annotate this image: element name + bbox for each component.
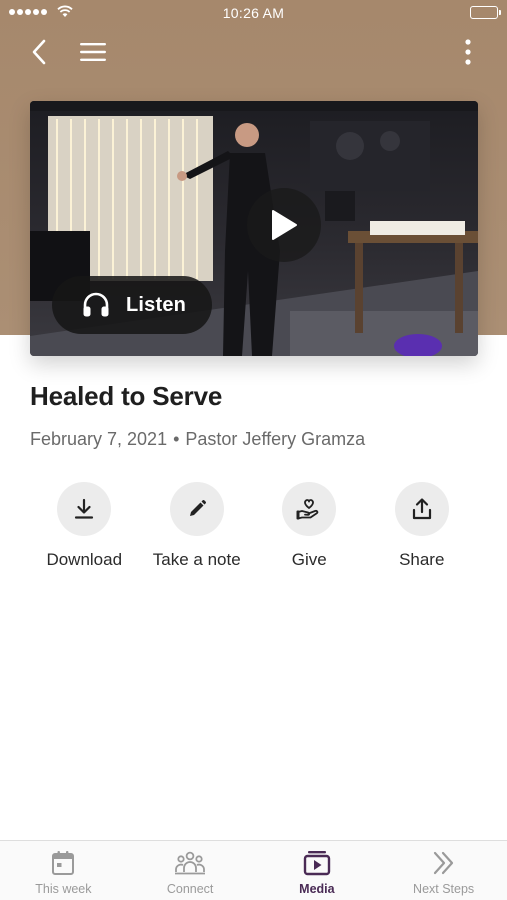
tab-connect[interactable]: Connect — [127, 841, 254, 900]
back-button[interactable] — [24, 36, 54, 68]
chevrons-right-icon — [433, 851, 453, 875]
tab-next-steps-label: Next Steps — [413, 882, 475, 896]
tab-next-steps[interactable]: Next Steps — [380, 841, 507, 900]
sermon-meta: February 7, 2021 • Pastor Jeffery Gramza — [30, 429, 365, 450]
give-label: Give — [291, 550, 327, 569]
calendar-icon — [52, 851, 75, 875]
people-icon — [175, 851, 206, 875]
download-icon — [75, 498, 94, 519]
media-icon — [303, 851, 331, 876]
chevron-left-icon — [32, 39, 46, 65]
tab-media-label: Media — [299, 882, 335, 896]
take-note-button[interactable]: Take a note — [141, 482, 254, 570]
sermon-video-thumbnail[interactable]: Listen — [30, 101, 478, 356]
battery-icon — [470, 6, 501, 19]
give-circle — [282, 482, 337, 536]
download-circle — [57, 482, 112, 536]
headphones-icon — [83, 292, 109, 317]
share-label: Share — [399, 550, 445, 569]
tab-this-week-label: This week — [35, 882, 92, 896]
give-button[interactable]: Give — [253, 482, 366, 570]
tab-media[interactable]: Media — [254, 841, 381, 900]
listen-button[interactable]: Listen — [52, 276, 212, 334]
sermon-speaker: Pastor Jeffery Gramza — [185, 429, 366, 449]
more-options-button[interactable] — [455, 36, 481, 68]
more-vertical-icon — [465, 39, 471, 65]
share-circle — [394, 482, 449, 536]
download-button[interactable]: Download — [28, 482, 141, 570]
listen-label: Listen — [126, 293, 187, 316]
sermon-title: Healed to Serve — [30, 381, 223, 411]
give-heart-hand-icon — [296, 499, 319, 520]
sermon-date: February 7, 2021 — [30, 429, 168, 449]
tab-connect-label: Connect — [166, 882, 214, 896]
play-icon — [272, 210, 297, 240]
action-row: Download Take a note Give Share — [28, 482, 478, 570]
status-bar: 10:26 AM — [0, 0, 507, 26]
bottom-tab-bar: This week Connect Media Next Steps — [0, 840, 507, 900]
meta-separator: • — [173, 429, 180, 449]
pencil-icon — [189, 500, 206, 516]
tab-this-week[interactable]: This week — [0, 841, 127, 900]
menu-button[interactable] — [76, 36, 110, 68]
download-label: Download — [46, 550, 123, 569]
share-icon — [412, 498, 431, 520]
play-button[interactable] — [247, 188, 321, 262]
status-time: 10:26 AM — [222, 5, 285, 21]
share-button[interactable]: Share — [366, 482, 479, 570]
take-note-circle — [169, 482, 224, 536]
take-note-label: Take a note — [152, 550, 241, 569]
hamburger-icon — [80, 43, 106, 61]
